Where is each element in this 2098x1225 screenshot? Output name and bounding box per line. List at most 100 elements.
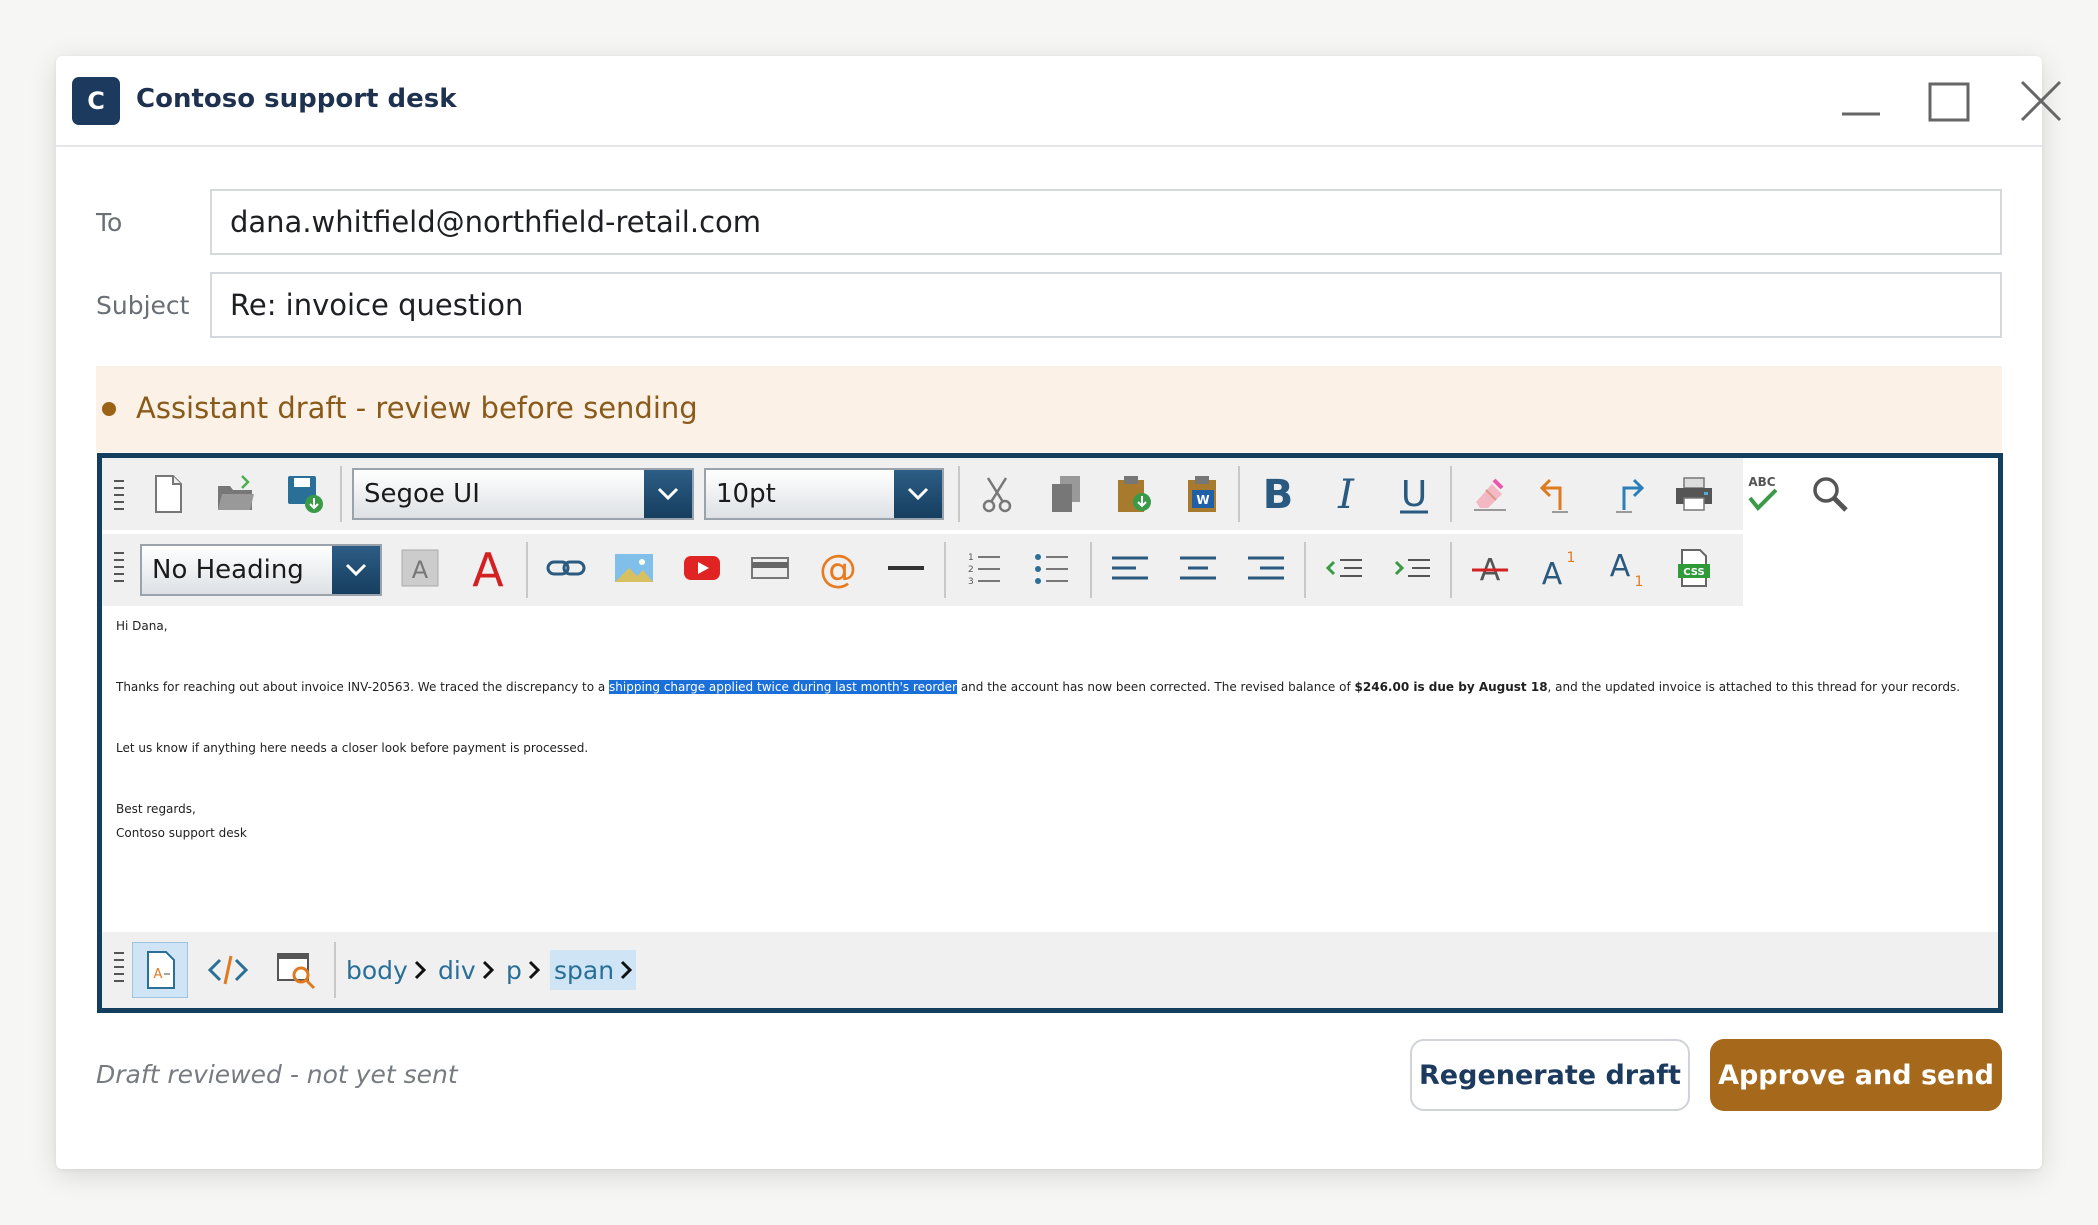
design-view-button[interactable]: A [132, 942, 188, 998]
svg-text:1: 1 [1567, 550, 1576, 566]
new-document-button[interactable] [140, 466, 196, 522]
font-size-select[interactable]: 10pt [704, 468, 944, 520]
toolbar-grip-icon[interactable] [114, 480, 124, 518]
numbered-list-button[interactable]: 1 2 3 [956, 540, 1012, 596]
chevron-down-icon[interactable] [332, 546, 380, 594]
code-icon [207, 955, 249, 985]
video-icon [684, 556, 720, 580]
paragraph-1-text-end: , and the updated invoice is attached to… [1547, 680, 1961, 694]
at-sign-icon: @ [819, 547, 857, 590]
align-right-button[interactable] [1238, 540, 1294, 596]
subscript-button[interactable]: A1 [1598, 540, 1654, 596]
horizontal-line-icon [888, 566, 924, 570]
open-button[interactable] [208, 466, 264, 522]
bold-icon: B [1263, 472, 1294, 516]
insert-video-button[interactable] [674, 540, 730, 596]
form-field-icon [751, 557, 789, 579]
insert-link-button[interactable] [538, 540, 594, 596]
font-family-select[interactable]: Segoe UI [352, 468, 694, 520]
word-glyph: W [1196, 493, 1209, 507]
save-button[interactable] [276, 466, 332, 522]
close-icon [2020, 80, 2062, 122]
highlight-color-button[interactable]: A [392, 540, 448, 596]
svg-text:A: A [1542, 557, 1563, 590]
minimize-icon [1842, 112, 1880, 116]
strikethrough-button[interactable]: A [1462, 540, 1518, 596]
heading-select[interactable]: No Heading [140, 544, 382, 596]
horizontal-rule-button[interactable] [878, 540, 934, 596]
svg-text:I: I [1337, 472, 1355, 516]
minimize-button[interactable] [1826, 70, 1896, 130]
html-view-button[interactable] [200, 942, 256, 998]
toolbar-grip-icon[interactable] [114, 952, 124, 990]
redo-button[interactable] [1598, 466, 1654, 522]
italic-icon: I [1337, 472, 1355, 516]
bulleted-list-button[interactable] [1024, 540, 1080, 596]
font-family-value: Segoe UI [364, 479, 480, 509]
spellcheck-button[interactable]: ABC [1734, 466, 1790, 522]
italic-button[interactable]: I [1318, 466, 1374, 522]
svg-text:A: A [154, 967, 163, 982]
paste-word-icon: W [1188, 476, 1216, 512]
insert-table-button[interactable] [742, 540, 798, 596]
to-field[interactable]: dana.whitfield@northfield-retail.com [210, 189, 2002, 255]
bold-button[interactable]: B [1250, 466, 1306, 522]
svg-text:1: 1 [1635, 574, 1644, 590]
css-class-button[interactable]: CSS [1666, 540, 1722, 596]
svg-text:3: 3 [968, 577, 974, 587]
svg-text:U: U [1401, 474, 1427, 515]
body-paragraph-2: Let us know if anything here needs a clo… [116, 741, 589, 755]
close-button[interactable] [2006, 70, 2076, 130]
draft-status-text: Draft reviewed - not yet sent [96, 1060, 458, 1089]
breadcrumb-p[interactable]: p [502, 950, 544, 990]
breadcrumb-span[interactable]: span [550, 950, 637, 990]
regenerate-draft-button[interactable]: Regenerate draft [1410, 1039, 1690, 1111]
svg-text:1: 1 [968, 553, 974, 563]
clear-formatting-button[interactable] [1462, 466, 1518, 522]
approve-and-send-button[interactable]: Approve and send [1710, 1039, 2002, 1111]
paragraph-1-text-start: Thanks for reaching out about invoice IN… [116, 680, 610, 694]
copy-button[interactable] [1038, 466, 1094, 522]
assistant-draft-banner: Assistant draft - review before sending [96, 366, 2002, 452]
svg-text:A: A [1610, 549, 1631, 584]
cut-button[interactable] [970, 466, 1026, 522]
chevron-down-icon[interactable] [644, 470, 692, 518]
image-icon [615, 554, 653, 582]
svg-text:@: @ [819, 547, 857, 590]
breadcrumb-div[interactable]: div [434, 950, 498, 990]
toolbar-grip-icon[interactable] [114, 552, 124, 590]
chevron-down-icon[interactable] [894, 470, 942, 518]
css-icon: CSS [1678, 549, 1710, 587]
breadcrumb-body[interactable]: body [342, 950, 430, 990]
svg-text:B: B [1263, 472, 1294, 516]
superscript-icon: A1 [1542, 550, 1576, 590]
maximize-button[interactable] [1914, 70, 1984, 130]
bold-text: $246.00 is due by August 18 [1354, 680, 1548, 694]
css-glyph: CSS [1683, 567, 1704, 578]
indent-button[interactable] [1384, 540, 1440, 596]
insert-email-link-button[interactable]: @ [810, 540, 866, 596]
font-color-button[interactable]: A [460, 540, 516, 596]
status-dot-icon [102, 402, 116, 416]
underline-button[interactable]: U [1386, 466, 1442, 522]
window-title: Contoso support desk [136, 84, 457, 114]
new-document-icon [155, 475, 182, 513]
paste-button[interactable] [1106, 466, 1162, 522]
align-left-button[interactable] [1102, 540, 1158, 596]
insert-image-button[interactable] [606, 540, 662, 596]
outdent-button[interactable] [1316, 540, 1372, 596]
indent-icon [1394, 559, 1430, 577]
align-left-icon [1112, 556, 1148, 580]
find-button[interactable] [1802, 466, 1858, 522]
superscript-button[interactable]: A1 [1530, 540, 1586, 596]
subject-field[interactable]: Re: invoice question [210, 272, 2002, 338]
selected-text: shipping charge applied twice during las… [609, 680, 957, 694]
print-button[interactable] [1666, 466, 1722, 522]
copy-icon [1052, 476, 1080, 512]
undo-button[interactable] [1530, 466, 1586, 522]
paste-from-word-button[interactable]: W [1174, 466, 1230, 522]
align-center-button[interactable] [1170, 540, 1226, 596]
preview-button[interactable] [268, 942, 324, 998]
align-right-icon [1248, 556, 1284, 580]
toolbar-row-1: Segoe UI 10pt W B I U ABC [102, 458, 1848, 530]
